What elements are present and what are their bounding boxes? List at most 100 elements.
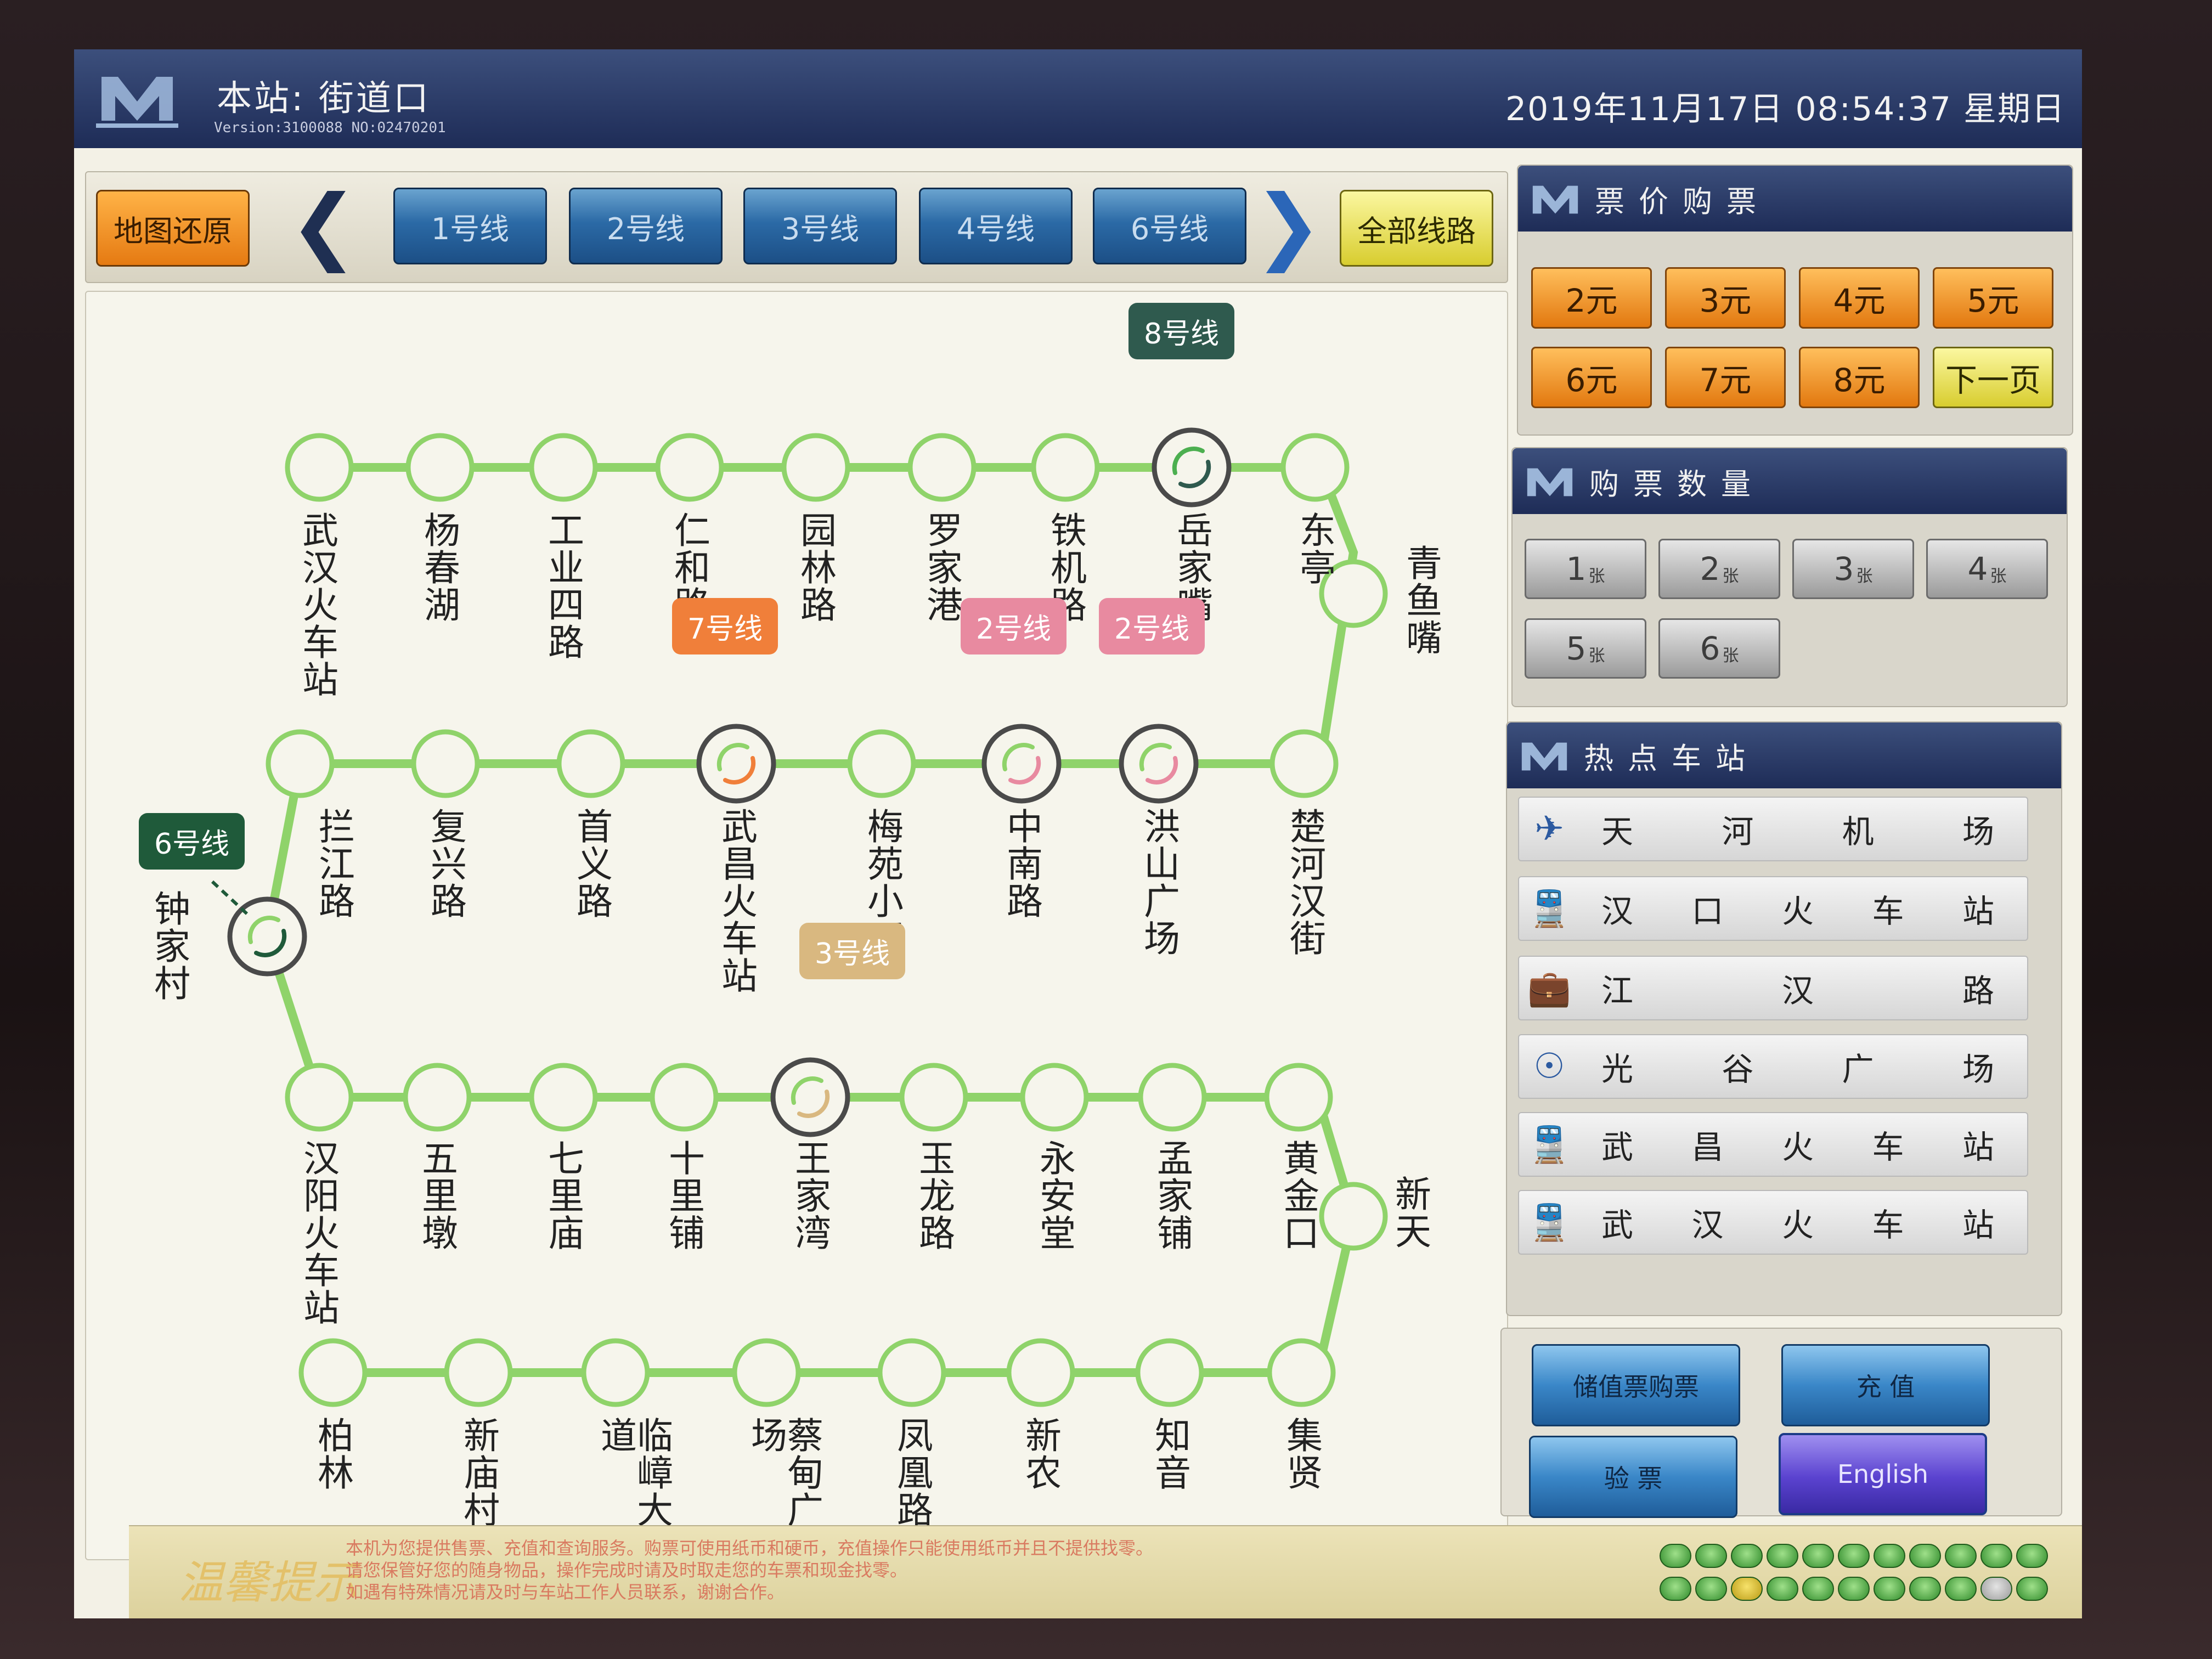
qty-5-button[interactable]: 5张 — [1525, 618, 1646, 679]
station-node[interactable] — [1020, 1063, 1089, 1132]
hot-station-wuchang-railway[interactable]: 🚆 武 昌 火 车 站 — [1518, 1112, 2028, 1177]
station-node[interactable] — [1267, 1338, 1336, 1407]
station-node[interactable] — [529, 1063, 598, 1132]
qty-6-button[interactable]: 6张 — [1658, 618, 1780, 679]
station-node[interactable] — [411, 729, 480, 798]
station-node[interactable] — [899, 1063, 968, 1132]
station-node[interactable] — [403, 1063, 472, 1132]
hot-station-wuhan-railway[interactable]: 🚆 武 汉 火 车 站 — [1518, 1190, 2028, 1255]
scroll-right-arrow-icon[interactable]: ❯ — [1254, 184, 1323, 267]
station-label[interactable]: 杨春湖 — [418, 511, 460, 623]
scroll-left-arrow-icon[interactable]: ❮ — [289, 184, 358, 267]
station-label[interactable]: 玉龙路 — [913, 1139, 955, 1251]
hot-station-guanggu-square[interactable]: ☉ 光 谷 广 场 — [1518, 1034, 2028, 1099]
station-label[interactable]: 王家湾 — [789, 1139, 831, 1251]
qty-1-button[interactable]: 1张 — [1525, 539, 1646, 599]
station-label[interactable]: 五里墩 — [416, 1139, 458, 1251]
transfer-node[interactable] — [1119, 724, 1199, 804]
station-node[interactable] — [650, 1063, 719, 1132]
transfer-node[interactable] — [1152, 427, 1232, 507]
line-3-button[interactable]: 3号线 — [743, 188, 897, 264]
hot-station-tianhe-airport[interactable]: ✈ 天 河 机 场 — [1518, 797, 2028, 861]
transfer-node[interactable] — [696, 724, 776, 804]
line-2-button[interactable]: 2号线 — [569, 188, 723, 264]
station-node[interactable] — [298, 1338, 368, 1407]
transfer-node[interactable] — [770, 1057, 850, 1137]
station-label[interactable]: 集贤 — [1280, 1417, 1323, 1491]
price-8-button[interactable]: 8元 — [1799, 347, 1920, 408]
station-label[interactable]: 东亭 — [1294, 511, 1336, 586]
price-7-button[interactable]: 7元 — [1665, 347, 1786, 408]
hot-station-jianghan-road[interactable]: 💼 江 汉 路 — [1518, 956, 2028, 1020]
line-4-button[interactable]: 4号线 — [919, 188, 1073, 264]
station-node[interactable] — [1280, 433, 1350, 502]
qty-2-button[interactable]: 2张 — [1658, 539, 1780, 599]
qty-3-button[interactable]: 3张 — [1792, 539, 1914, 599]
station-label[interactable]: 凤凰路 — [891, 1417, 933, 1528]
all-lines-button[interactable]: 全部线路 — [1340, 190, 1493, 267]
price-4-button[interactable]: 4元 — [1799, 267, 1920, 329]
station-label[interactable]: 汉阳火车站 — [297, 1139, 340, 1326]
station-label[interactable]: 新天 — [1389, 1175, 1431, 1250]
station-label[interactable]: 武昌火车站 — [715, 808, 758, 994]
station-label[interactable]: 孟家铺 — [1151, 1139, 1193, 1251]
station-node[interactable] — [847, 729, 916, 798]
station-label[interactable]: 青鱼嘴 — [1400, 544, 1442, 656]
station-label[interactable]: 黄金口 — [1277, 1139, 1319, 1251]
station-node[interactable] — [1135, 1338, 1204, 1407]
station-node[interactable] — [1319, 1182, 1388, 1251]
next-page-button[interactable]: 下一页 — [1933, 347, 2053, 408]
station-node[interactable] — [877, 1338, 946, 1407]
station-node[interactable] — [405, 433, 475, 502]
station-label[interactable]: 复兴路 — [425, 808, 467, 919]
station-label[interactable]: 十里铺 — [663, 1139, 705, 1251]
verify-ticket-button[interactable]: 验 票 — [1529, 1436, 1737, 1518]
station-label[interactable]: 楚河汉街 — [1284, 808, 1326, 957]
price-5-button[interactable]: 5元 — [1933, 267, 2053, 329]
english-language-button[interactable]: English — [1779, 1433, 1987, 1515]
line-1-button[interactable]: 1号线 — [393, 188, 547, 264]
station-label[interactable]: 柏林 — [312, 1417, 354, 1491]
station-label[interactable]: 中南路 — [1001, 808, 1043, 919]
station-label[interactable]: 工业四路 — [542, 511, 584, 661]
station-node[interactable] — [1006, 1338, 1075, 1407]
station-node[interactable] — [1031, 433, 1100, 502]
station-node[interactable] — [529, 433, 598, 502]
station-node[interactable] — [581, 1338, 650, 1407]
hot-char: 路 — [1962, 972, 1994, 1009]
line-6-button[interactable]: 6号线 — [1093, 188, 1246, 264]
station-node[interactable] — [781, 433, 850, 502]
station-label[interactable]: 七里庙 — [542, 1139, 584, 1251]
station-label[interactable]: 园林路 — [794, 511, 837, 623]
qty-4-button[interactable]: 4张 — [1926, 539, 2048, 599]
price-6-button[interactable]: 6元 — [1531, 347, 1652, 408]
station-label[interactable]: 洪山广场 — [1138, 808, 1180, 957]
station-node[interactable] — [556, 729, 625, 798]
recharge-button[interactable]: 充 值 — [1781, 1344, 1990, 1426]
price-2-button[interactable]: 2元 — [1531, 267, 1652, 329]
station-node[interactable] — [266, 729, 335, 798]
station-label[interactable]: 新庙村 — [458, 1417, 500, 1528]
hot-station-hankou-railway[interactable]: 🚆 汉 口 火 车 站 — [1518, 876, 2028, 941]
station-node[interactable] — [732, 1338, 801, 1407]
station-label[interactable]: 钟家村 — [148, 890, 190, 1002]
station-label[interactable]: 永安堂 — [1034, 1139, 1076, 1251]
transfer-node[interactable] — [981, 724, 1062, 804]
stored-value-purchase-button[interactable]: 储值票购票 — [1532, 1344, 1740, 1426]
price-3-button[interactable]: 3元 — [1665, 267, 1786, 329]
station-node[interactable] — [655, 433, 724, 502]
station-label[interactable]: 罗家港 — [921, 511, 963, 623]
station-node[interactable] — [1264, 1063, 1333, 1132]
station-node[interactable] — [444, 1338, 513, 1407]
station-node[interactable] — [1269, 729, 1339, 798]
station-label[interactable]: 新农 — [1019, 1417, 1062, 1491]
station-node[interactable] — [285, 1063, 354, 1132]
reset-map-button[interactable]: 地图还原 — [96, 190, 250, 267]
station-node[interactable] — [1138, 1063, 1207, 1132]
station-label[interactable]: 知音 — [1149, 1417, 1191, 1491]
station-node[interactable] — [907, 433, 977, 502]
station-label[interactable]: 武汉火车站 — [296, 511, 338, 698]
station-label[interactable]: 拦江路 — [313, 808, 355, 919]
station-label[interactable]: 首义路 — [571, 808, 613, 919]
station-node[interactable] — [285, 433, 354, 502]
